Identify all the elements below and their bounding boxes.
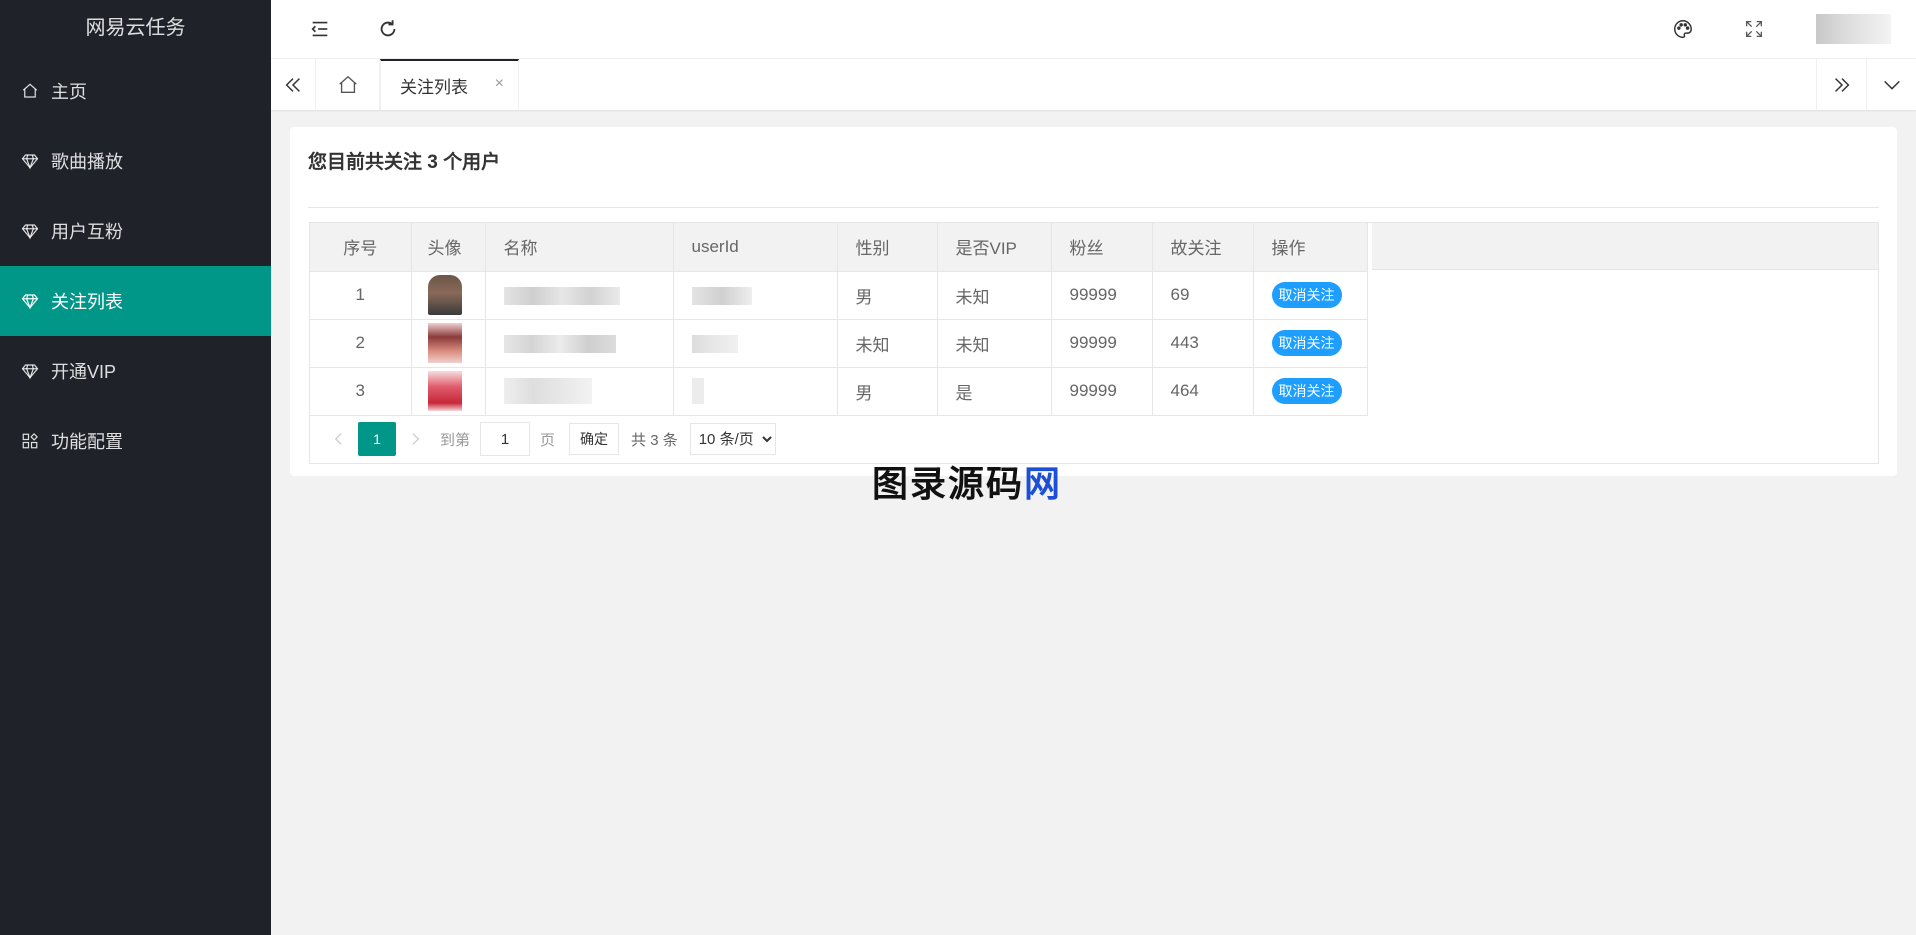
table-header-row: 序号 头像 名称 userId 性别 是否VIP 粉丝 故关注 操作 bbox=[310, 223, 1368, 272]
sidebar-item-label: 主页 bbox=[51, 82, 87, 102]
chevron-down-icon bbox=[1883, 80, 1900, 90]
page-title: 您目前共关注 3 个用户 bbox=[308, 152, 501, 173]
menu-indent-icon[interactable] bbox=[307, 16, 333, 42]
sidebar: 网易云任务 主页 歌曲播放 用户互粉 关注列表 开通VIP 功能配置 bbox=[0, 0, 271, 935]
gender: 男 bbox=[837, 367, 938, 416]
sidebar-item-song-play[interactable]: 歌曲播放 bbox=[0, 126, 271, 196]
tab-label: 关注列表 bbox=[400, 78, 468, 97]
diamond-icon bbox=[21, 292, 39, 310]
vip-status: 未知 bbox=[937, 319, 1052, 368]
refresh-icon[interactable] bbox=[375, 16, 401, 42]
fans-count: 99999 bbox=[1051, 367, 1153, 416]
apps-icon bbox=[21, 432, 39, 450]
prev-page-button[interactable] bbox=[324, 423, 354, 455]
tab-follow-list[interactable]: 关注列表 × bbox=[380, 59, 519, 110]
tab-scroll-left-button[interactable] bbox=[271, 59, 316, 110]
action-cell: 取消关注 bbox=[1253, 319, 1368, 368]
sidebar-item-label: 功能配置 bbox=[51, 432, 123, 452]
user-name-blurred bbox=[485, 271, 674, 320]
sidebar-item-label: 开通VIP bbox=[51, 362, 117, 382]
sidebar-item-config[interactable]: 功能配置 bbox=[0, 406, 271, 476]
follow-table: 序号 头像 名称 userId 性别 是否VIP 粉丝 故关注 操作 1 男 未… bbox=[309, 222, 1879, 464]
vip-status: 未知 bbox=[937, 271, 1052, 320]
tab-scroll-right-button[interactable] bbox=[1816, 59, 1866, 110]
fans-count: 99999 bbox=[1051, 271, 1153, 320]
follows-count: 443 bbox=[1152, 319, 1254, 368]
top-header bbox=[271, 0, 1916, 59]
divider bbox=[308, 207, 1879, 208]
tab-home[interactable] bbox=[316, 59, 380, 110]
unfollow-button[interactable]: 取消关注 bbox=[1271, 330, 1342, 356]
col-index: 序号 bbox=[310, 223, 412, 272]
col-name: 名称 bbox=[485, 223, 674, 272]
goto-label: 到第 bbox=[440, 431, 471, 449]
col-userid: userId bbox=[673, 223, 838, 272]
double-chevron-right-icon bbox=[1834, 77, 1849, 92]
user-name-blurred bbox=[485, 319, 674, 368]
user-id-blurred bbox=[673, 319, 838, 368]
total-count: 共 3 条 bbox=[631, 431, 678, 449]
diamond-icon bbox=[21, 222, 39, 240]
diamond-icon bbox=[21, 362, 39, 380]
current-page[interactable]: 1 bbox=[358, 422, 396, 456]
gender: 未知 bbox=[837, 319, 938, 368]
row-index: 2 bbox=[310, 319, 412, 368]
sidebar-item-home[interactable]: 主页 bbox=[0, 56, 271, 126]
fullscreen-icon[interactable] bbox=[1741, 16, 1767, 42]
palette-icon[interactable] bbox=[1670, 16, 1696, 42]
avatar bbox=[411, 271, 486, 320]
tab-options-dropdown[interactable] bbox=[1866, 59, 1916, 110]
action-cell: 取消关注 bbox=[1253, 367, 1368, 416]
content-card: 您目前共关注 3 个用户 序号 头像 名称 userId 性别 是否VIP 粉丝… bbox=[290, 127, 1897, 476]
user-avatar[interactable] bbox=[1816, 14, 1891, 44]
col-avatar: 头像 bbox=[411, 223, 486, 272]
page-size-select[interactable]: 10 条/页 bbox=[689, 423, 776, 455]
page-unit-label: 页 bbox=[540, 431, 556, 449]
col-gender: 性别 bbox=[837, 223, 938, 272]
sidebar-item-label: 关注列表 bbox=[51, 292, 123, 312]
home-icon bbox=[21, 82, 39, 100]
col-fans: 粉丝 bbox=[1051, 223, 1153, 272]
follows-count: 464 bbox=[1152, 367, 1254, 416]
table-row: 2 未知 未知 99999 443 取消关注 bbox=[310, 319, 1368, 368]
table-row: 1 男 未知 99999 69 取消关注 bbox=[310, 271, 1368, 320]
unfollow-button[interactable]: 取消关注 bbox=[1271, 378, 1342, 404]
row-index: 1 bbox=[310, 271, 412, 320]
pagination: 1 到第 页 确定 共 3 条 10 条/页 bbox=[310, 415, 1878, 463]
sidebar-item-open-vip[interactable]: 开通VIP bbox=[0, 336, 271, 406]
sidebar-item-label: 歌曲播放 bbox=[51, 152, 123, 172]
action-cell: 取消关注 bbox=[1253, 271, 1368, 320]
goto-page-input[interactable] bbox=[480, 422, 531, 456]
avatar bbox=[411, 319, 486, 368]
user-id-blurred bbox=[673, 271, 838, 320]
gender: 男 bbox=[837, 271, 938, 320]
vip-status: 是 bbox=[937, 367, 1052, 416]
row-index: 3 bbox=[310, 367, 412, 416]
chevron-left-icon bbox=[334, 433, 342, 445]
col-action: 操作 bbox=[1253, 223, 1368, 272]
chevron-right-icon bbox=[412, 433, 420, 445]
close-icon[interactable]: × bbox=[495, 75, 504, 93]
col-vip: 是否VIP bbox=[937, 223, 1052, 272]
user-name-blurred bbox=[485, 367, 674, 416]
tab-bar: 关注列表 × bbox=[271, 59, 1916, 110]
double-chevron-left-icon bbox=[285, 77, 300, 92]
sidebar-item-follow-list[interactable]: 关注列表 bbox=[0, 266, 271, 336]
sidebar-item-label: 用户互粉 bbox=[51, 222, 123, 242]
goto-confirm-button[interactable]: 确定 bbox=[569, 423, 620, 455]
follows-count: 69 bbox=[1152, 271, 1254, 320]
unfollow-button[interactable]: 取消关注 bbox=[1271, 282, 1342, 308]
next-page-button[interactable] bbox=[400, 423, 430, 455]
watermark-logo: 图录源码网 bbox=[872, 464, 1063, 505]
home-icon bbox=[338, 75, 357, 93]
diamond-icon bbox=[21, 152, 39, 170]
sidebar-item-mutual-follow[interactable]: 用户互粉 bbox=[0, 196, 271, 266]
table-row: 3 男 是 99999 464 取消关注 bbox=[310, 367, 1368, 416]
fans-count: 99999 bbox=[1051, 319, 1153, 368]
table-header-filler bbox=[1372, 223, 1878, 270]
col-follows: 故关注 bbox=[1152, 223, 1254, 272]
user-id-blurred bbox=[673, 367, 838, 416]
app-title: 网易云任务 bbox=[85, 17, 186, 39]
avatar bbox=[411, 367, 486, 416]
